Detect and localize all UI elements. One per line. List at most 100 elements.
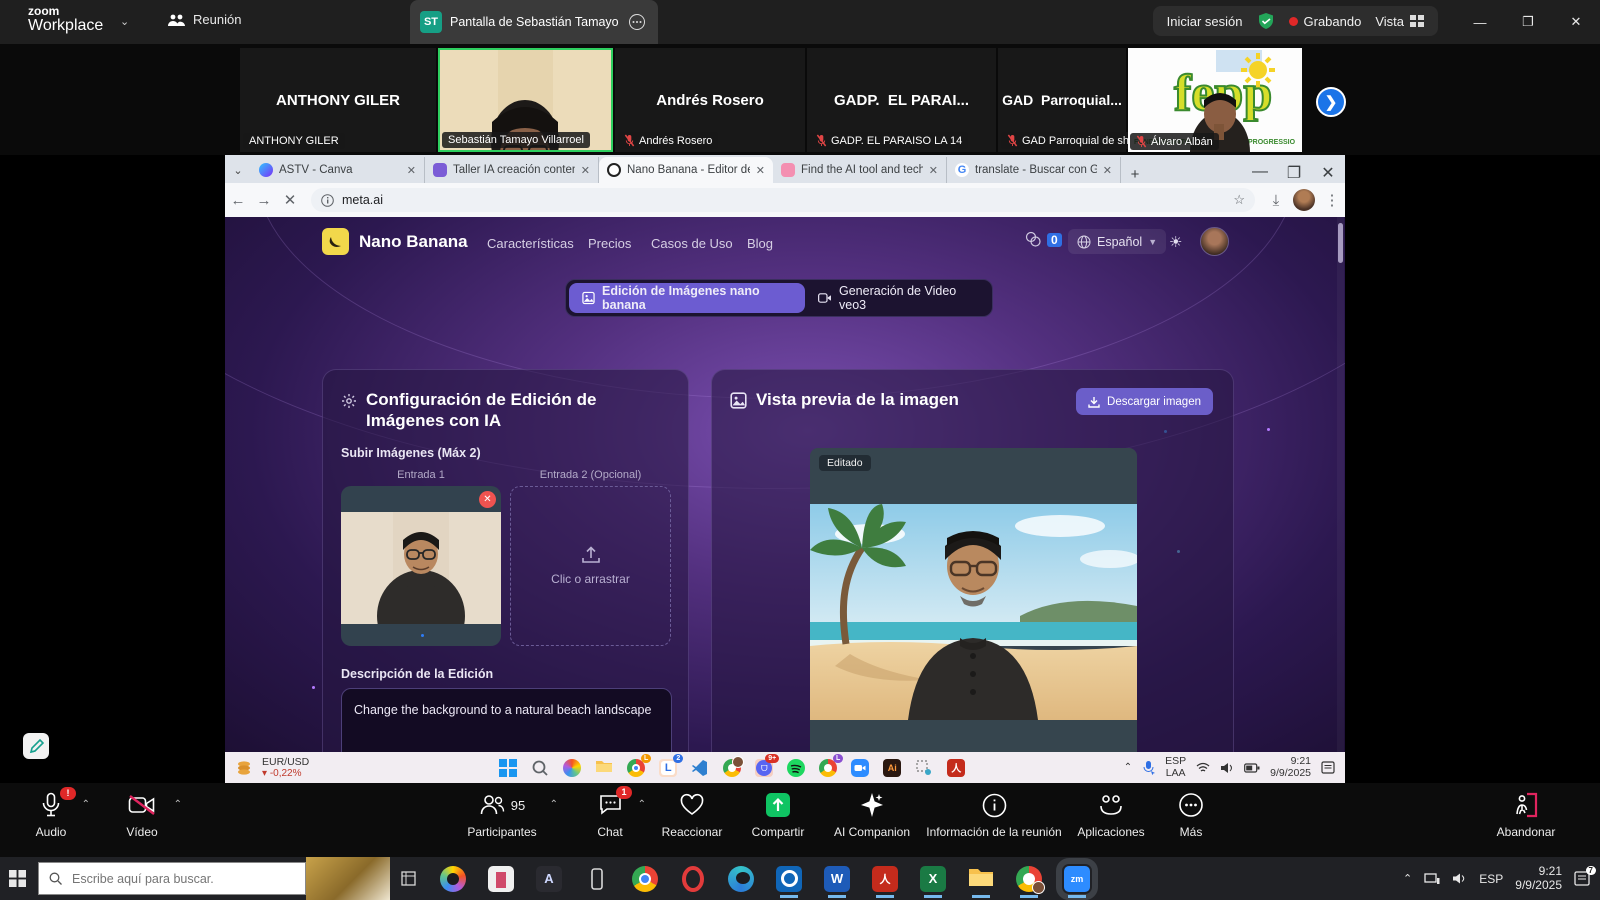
illustrator-icon[interactable]: Ai — [883, 759, 901, 777]
browser-tab-translate[interactable]: G translate - Buscar con Google ✕ — [947, 157, 1121, 183]
taskbar-search[interactable] — [38, 862, 306, 895]
tab-close-icon[interactable]: ✕ — [1103, 164, 1112, 177]
widgets-thumbnail[interactable] — [306, 857, 390, 900]
tab-meeting[interactable]: Reunión — [168, 12, 241, 27]
tab-close-icon[interactable]: ✕ — [756, 164, 765, 177]
mode-video-generation[interactable]: Generación de Video veo3 — [805, 283, 989, 313]
mode-image-editing[interactable]: Edición de Imágenes nano banana — [569, 283, 805, 313]
phone-app-icon[interactable] — [584, 866, 610, 892]
nav-casos-de-uso[interactable]: Casos de Uso — [651, 236, 733, 251]
edge-icon[interactable] — [728, 866, 754, 892]
audio-options-chevron[interactable]: ⌃ — [82, 799, 90, 810]
minimize-button[interactable]: — — [1456, 0, 1504, 44]
back-icon[interactable]: ← — [225, 192, 251, 209]
zoom-taskbar-icon[interactable]: zm — [1064, 866, 1090, 892]
tray-chevron-icon[interactable]: ⌃ — [1403, 872, 1412, 885]
scrollbar-thumb[interactable] — [1338, 223, 1343, 263]
start-button[interactable] — [0, 870, 34, 887]
recording-indicator[interactable]: Grabando — [1289, 14, 1362, 29]
start-icon[interactable] — [499, 759, 517, 777]
restore-button[interactable]: ❐ — [1504, 0, 1552, 44]
search-icon[interactable] — [531, 759, 549, 777]
battery-icon[interactable] — [1244, 763, 1260, 773]
new-tab-button[interactable]: + — [1121, 166, 1149, 183]
vscode-icon[interactable] — [691, 759, 709, 777]
inner-clock[interactable]: 9:21 9/9/2025 — [1270, 756, 1311, 778]
chevron-down-icon[interactable]: ⌄ — [120, 15, 129, 28]
nav-caracteristicas[interactable]: Características — [487, 236, 574, 251]
video-button[interactable]: Vídeo ⌃ — [100, 789, 184, 839]
browser-tab-ai-tool[interactable]: Find the AI tool and technolog... ✕ — [773, 157, 947, 183]
annotation-pencil-button[interactable] — [23, 733, 49, 759]
uploaded-image-1[interactable]: ✕ — [341, 486, 501, 646]
browser-tab-nano-banana-active[interactable]: Nano Banana - Editor de imáge... ✕ — [599, 157, 773, 183]
chrome-profile-icon[interactable] — [723, 759, 741, 777]
tab-search-chevron-icon[interactable]: ⌄ — [225, 157, 251, 183]
input-language[interactable]: ESP LAA — [1165, 756, 1186, 778]
participants-options-chevron[interactable]: ⌃ — [550, 799, 558, 810]
ellipsis-menu-icon[interactable] — [628, 13, 646, 31]
volume-icon[interactable] — [1452, 872, 1467, 885]
language-selector[interactable]: Español ▼ — [1068, 229, 1166, 254]
nano-banana-logo-icon[interactable] — [322, 228, 349, 255]
notification-icon[interactable] — [1321, 761, 1335, 774]
file-explorer-icon[interactable] — [968, 866, 994, 892]
word-icon[interactable]: W — [824, 866, 850, 892]
next-participants-button[interactable]: ❯ — [1316, 87, 1346, 117]
tray-mic-icon[interactable] — [1142, 760, 1155, 775]
chat-button[interactable]: 1 Chat ⌃ — [570, 789, 650, 839]
site-info-icon[interactable] — [321, 194, 334, 207]
chrome-icon[interactable] — [632, 866, 658, 892]
opera-icon[interactable] — [680, 866, 706, 892]
tab-close-icon[interactable]: ✕ — [929, 164, 938, 177]
site-brand[interactable]: Nano Banana — [359, 232, 468, 252]
share-button[interactable]: Compartir — [734, 789, 822, 839]
browser-tab-canva[interactable]: ASTV - Canva ✕ — [251, 157, 425, 183]
leave-button[interactable]: Abandonar — [1476, 789, 1576, 839]
tray-chevron-icon[interactable]: ⌃ — [1124, 762, 1132, 773]
participant-tile-sebastian-video[interactable]: Sebastián Tamayo Villarroel — [438, 48, 613, 152]
participant-tile-andres[interactable]: Andrés Rosero Andrés Rosero — [615, 48, 805, 152]
chrome-icon[interactable]: L — [627, 759, 645, 777]
user-avatar[interactable] — [1200, 227, 1229, 256]
snipping-tool-icon[interactable] — [915, 759, 933, 777]
download-icon[interactable]: ⤓ — [1263, 192, 1289, 209]
a-app-icon[interactable]: A — [536, 866, 562, 892]
theme-sun-icon[interactable]: ☀ — [1169, 233, 1182, 251]
participant-tile-anthony[interactable]: ANTHONY GILER ANTHONY GILER — [240, 48, 436, 152]
store-app-icon[interactable] — [488, 866, 514, 892]
l-app-icon[interactable]: L2 — [659, 759, 677, 777]
tab-close-icon[interactable]: ✕ — [581, 164, 590, 177]
remove-image-button[interactable]: ✕ — [479, 491, 496, 508]
tab-shared-screen[interactable]: ST Pantalla de Sebastián Tamayo Vill... — [410, 0, 658, 44]
taskbar-clock[interactable]: 9:21 9/9/2025 — [1515, 865, 1562, 893]
spotify-icon[interactable] — [787, 759, 805, 777]
browser-tab-taller-ia[interactable]: Taller IA creación contenido - P... ✕ — [425, 157, 599, 183]
acrobat-icon[interactable]: 人 — [872, 866, 898, 892]
volume-icon[interactable] — [1220, 762, 1234, 774]
url-bar[interactable]: meta.ai ☆ — [311, 188, 1255, 212]
close-button[interactable]: ✕ — [1552, 0, 1600, 44]
zoom-app-icon[interactable] — [851, 759, 869, 777]
bookmark-star-icon[interactable]: ☆ — [1233, 192, 1245, 208]
network-icon[interactable] — [1424, 872, 1440, 885]
participant-tile-gadp[interactable]: GADP. EL PARAI... GADP. EL PARAISO LA 14 — [807, 48, 996, 152]
edit-description-textarea[interactable]: Change the background to a natural beach… — [341, 688, 672, 752]
react-button[interactable]: Reaccionar — [648, 789, 736, 839]
nav-precios[interactable]: Precios — [588, 236, 631, 251]
file-explorer-icon[interactable] — [595, 759, 613, 777]
chrome-profile-icon[interactable] — [1016, 866, 1042, 892]
browser-menu-icon[interactable]: ⋮ — [1319, 191, 1345, 209]
nav-blog[interactable]: Blog — [747, 236, 773, 251]
security-shield-icon[interactable] — [1257, 12, 1275, 30]
video-options-chevron[interactable]: ⌃ — [174, 799, 182, 810]
search-input[interactable] — [70, 871, 274, 887]
apps-button[interactable]: Aplicaciones — [1066, 789, 1156, 839]
chrome-alt-icon[interactable]: L — [819, 759, 837, 777]
more-button[interactable]: Más — [1152, 789, 1230, 839]
discord-icon[interactable]: ᗜ9+ — [755, 759, 773, 777]
photos-app-icon[interactable] — [440, 866, 466, 892]
audio-button[interactable]: ! Audio ⌃ — [10, 789, 92, 839]
tab-close-icon[interactable]: ✕ — [407, 164, 416, 177]
participants-button[interactable]: 95 Participantes ⌃ — [446, 789, 558, 839]
